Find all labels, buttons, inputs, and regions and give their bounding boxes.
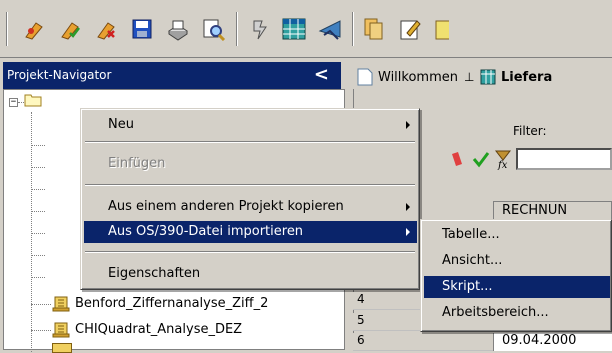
tree-item-label: CHIQuadrat_Analyse_DEZ — [75, 322, 243, 337]
menu-item-aus-os390-importieren[interactable]: Aus OS/390-Datei importieren — [84, 221, 417, 243]
edit-filter-icon[interactable]: fx — [493, 148, 513, 173]
filter-icon[interactable] — [446, 150, 464, 171]
submenu-arrow-icon — [406, 228, 410, 236]
svg-text:fx: fx — [497, 160, 508, 170]
menu-separator — [85, 184, 415, 186]
navigator-title: Projekt-Navigator — [7, 68, 112, 82]
properties-icon[interactable] — [92, 15, 120, 43]
table-icon — [52, 322, 70, 338]
navigator-header: Projekt-Navigator < — [3, 62, 341, 89]
copy-icon[interactable] — [360, 15, 388, 43]
submenu-item-tabelle[interactable]: Tabelle... — [424, 224, 610, 246]
tab-label: Willkommen — [378, 69, 458, 85]
root-collapse-toggle[interactable]: − — [9, 98, 18, 107]
submenu-arrow-icon — [406, 203, 410, 211]
menu-item-einfuegen[interactable]: Einfügen — [84, 153, 417, 175]
tab-lieferanten[interactable]: Liefera — [480, 65, 552, 89]
row-number: 6 — [353, 333, 493, 351]
main-toolbar — [0, 0, 612, 58]
save-icon[interactable] — [128, 15, 156, 43]
filter-input[interactable] — [516, 148, 612, 170]
chart-icon[interactable] — [316, 15, 344, 43]
page-icon — [357, 68, 373, 86]
toolbar-separator — [236, 12, 238, 46]
tree-item-label: Benford_Ziffernanalyse_Ziff_2 — [75, 296, 269, 311]
filter-label: Filter: — [513, 124, 547, 138]
note-icon[interactable] — [428, 15, 456, 43]
checkmark-icon[interactable] — [472, 150, 490, 171]
import-submenu: Tabelle... Ansicht... Skript... Arbeitsb… — [420, 219, 612, 332]
tab-willkommen[interactable]: Willkommen ⊥ — [357, 65, 474, 89]
submenu-item-skript[interactable]: Skript... — [424, 276, 610, 298]
refresh-icon[interactable] — [246, 15, 274, 43]
table-icon[interactable] — [280, 15, 308, 43]
toolbar-separator — [352, 12, 354, 46]
collapse-navigator-button[interactable]: < — [314, 64, 329, 85]
table-cell[interactable]: 09.04.2000 — [493, 333, 612, 351]
open-project-icon[interactable] — [56, 15, 84, 43]
menu-item-eigenschaften[interactable]: Eigenschaften — [84, 263, 417, 285]
edit-icon[interactable] — [396, 15, 424, 43]
submenu-item-arbeitsbereich[interactable]: Arbeitsbereich... — [424, 302, 610, 324]
menu-item-aus-projekt-kopieren[interactable]: Aus einem anderen Projekt kopieren — [84, 196, 417, 218]
new-project-icon[interactable] — [20, 15, 48, 43]
submenu-arrow-icon — [406, 121, 410, 129]
menu-separator — [85, 251, 415, 253]
context-menu: Neu Einfügen Aus einem anderen Projekt k… — [80, 108, 420, 290]
folder-icon — [24, 94, 42, 107]
tab-strip: Willkommen ⊥ Liefera — [353, 62, 612, 89]
pin-icon[interactable]: ⊥ — [464, 70, 474, 84]
menu-separator — [85, 141, 415, 143]
menu-item-neu[interactable]: Neu — [84, 114, 417, 136]
table-icon — [52, 343, 72, 353]
print-icon[interactable] — [164, 15, 192, 43]
table-icon — [52, 296, 70, 312]
column-header[interactable]: RECHNUN — [493, 201, 612, 221]
table-icon — [480, 69, 496, 85]
toolbar-grip — [6, 12, 8, 46]
find-icon[interactable] — [200, 15, 228, 43]
submenu-item-ansicht[interactable]: Ansicht... — [424, 250, 610, 272]
tab-label: Liefera — [501, 69, 553, 85]
